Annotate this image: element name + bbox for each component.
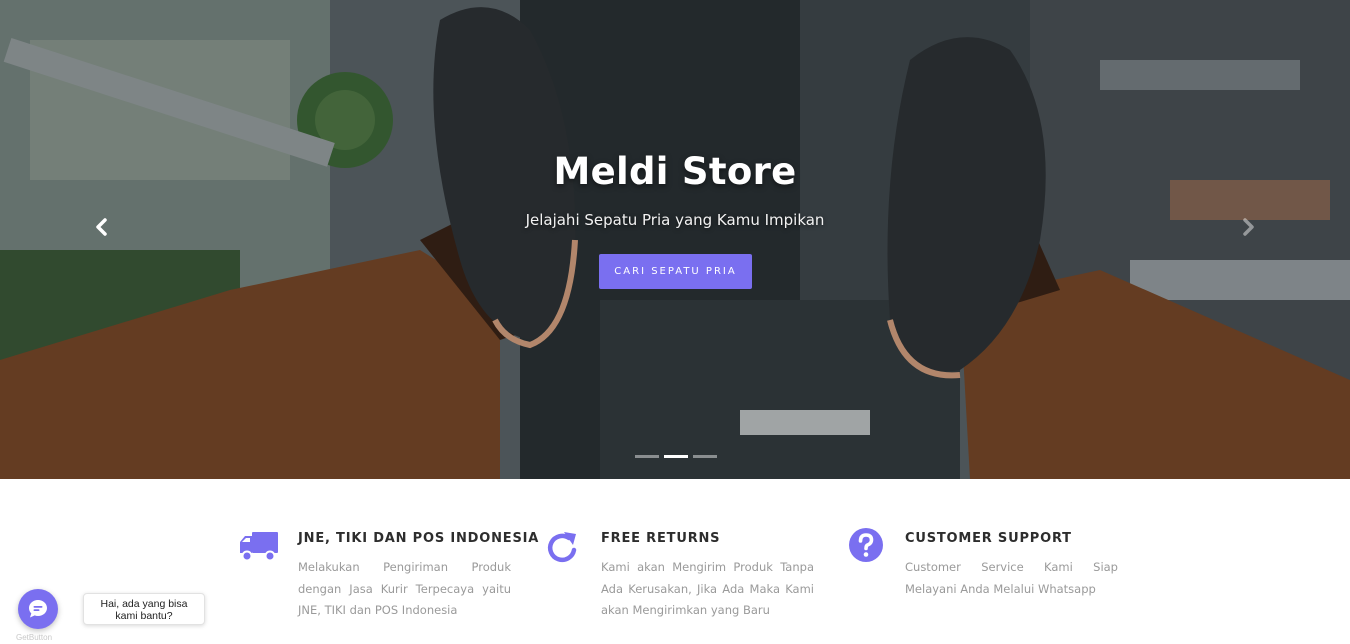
feature-title: JNE, TIKI DAN POS INDONESIA (298, 531, 540, 546)
feature-returns: FREE RETURNS Kami akan Mengirim Produk T… (543, 528, 843, 628)
search-shoes-button[interactable]: CARI SEPATU PRIA (599, 254, 752, 289)
feature-title: FREE RETURNS (601, 531, 721, 546)
truck-icon (240, 532, 278, 562)
feature-description: Melakukan Pengiriman Produk dengan Jasa … (298, 560, 511, 617)
chat-icon (29, 600, 47, 618)
question-circle-icon (849, 528, 883, 562)
carousel-indicator[interactable] (635, 455, 659, 458)
carousel-indicator-active[interactable] (664, 455, 688, 458)
hero-subtitle: Jelajahi Sepatu Pria yang Kamu Impikan (525, 211, 825, 229)
feature-title: CUSTOMER SUPPORT (905, 531, 1072, 546)
feature-shipping: JNE, TIKI DAN POS INDONESIA Melakukan Pe… (240, 528, 540, 628)
refresh-icon (547, 532, 577, 563)
chat-greeting-line: kami bantu? (115, 610, 173, 622)
hero-title: Meldi Store (553, 150, 797, 193)
carousel-next-button[interactable] (1234, 212, 1264, 242)
chevron-left-icon (96, 218, 107, 236)
chat-greeting-bubble[interactable]: Hai, ada yang bisa kami bantu? (83, 593, 205, 625)
carousel-indicator[interactable] (693, 455, 717, 458)
carousel-prev-button[interactable] (86, 212, 116, 242)
hero-carousel: Meldi Store Jelajahi Sepatu Pria yang Ka… (0, 0, 1350, 479)
hero-overlay (0, 0, 1350, 479)
chat-widget-button[interactable] (18, 589, 58, 629)
carousel-indicators (635, 455, 717, 458)
feature-description: Kami akan Mengirim Produk Tanpa Ada Keru… (601, 560, 814, 617)
feature-support: CUSTOMER SUPPORT Customer Service Kami S… (847, 528, 1147, 628)
chevron-right-icon (1243, 218, 1254, 236)
chat-brand-label[interactable]: GetButton (16, 633, 52, 642)
chat-greeting-line: Hai, ada yang bisa (100, 598, 188, 610)
feature-description: Customer Service Kami Siap Melayani Anda… (905, 560, 1118, 596)
